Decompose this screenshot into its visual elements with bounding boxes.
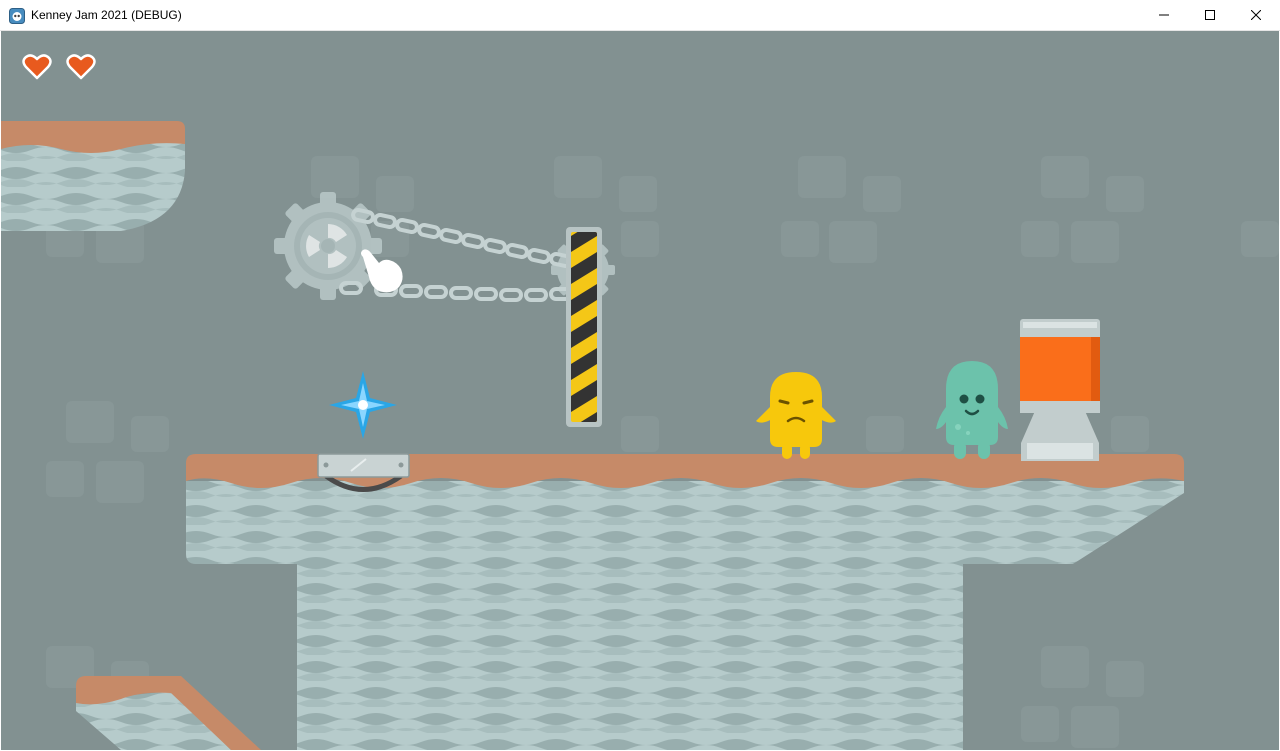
green-character — [936, 361, 1008, 459]
hazard-barrier — [566, 227, 602, 427]
close-button[interactable] — [1233, 0, 1279, 30]
game-scene — [1, 121, 1279, 750]
maximize-icon — [1205, 10, 1215, 20]
window-titlebar[interactable]: Kenney Jam 2021 (DEBUG) — [0, 0, 1280, 31]
minimize-icon — [1159, 14, 1169, 16]
yellow-character — [756, 372, 836, 459]
orange-barrel — [1020, 319, 1100, 461]
heart-icon — [22, 54, 52, 80]
godot-icon — [9, 8, 25, 24]
window-title: Kenney Jam 2021 (DEBUG) — [31, 8, 182, 22]
sparkle-gem — [329, 371, 397, 439]
gear-and-chain — [274, 192, 615, 302]
minimize-button[interactable] — [1141, 0, 1187, 30]
lower-left-platform — [76, 676, 261, 750]
heart-icon — [66, 54, 96, 80]
close-icon — [1251, 10, 1261, 20]
main-platform — [186, 454, 1184, 750]
game-window: Kenney Jam 2021 (DEBUG) — [0, 0, 1280, 751]
maximize-button[interactable] — [1187, 0, 1233, 30]
upper-left-platform — [1, 121, 185, 231]
game-viewport[interactable] — [1, 31, 1279, 750]
